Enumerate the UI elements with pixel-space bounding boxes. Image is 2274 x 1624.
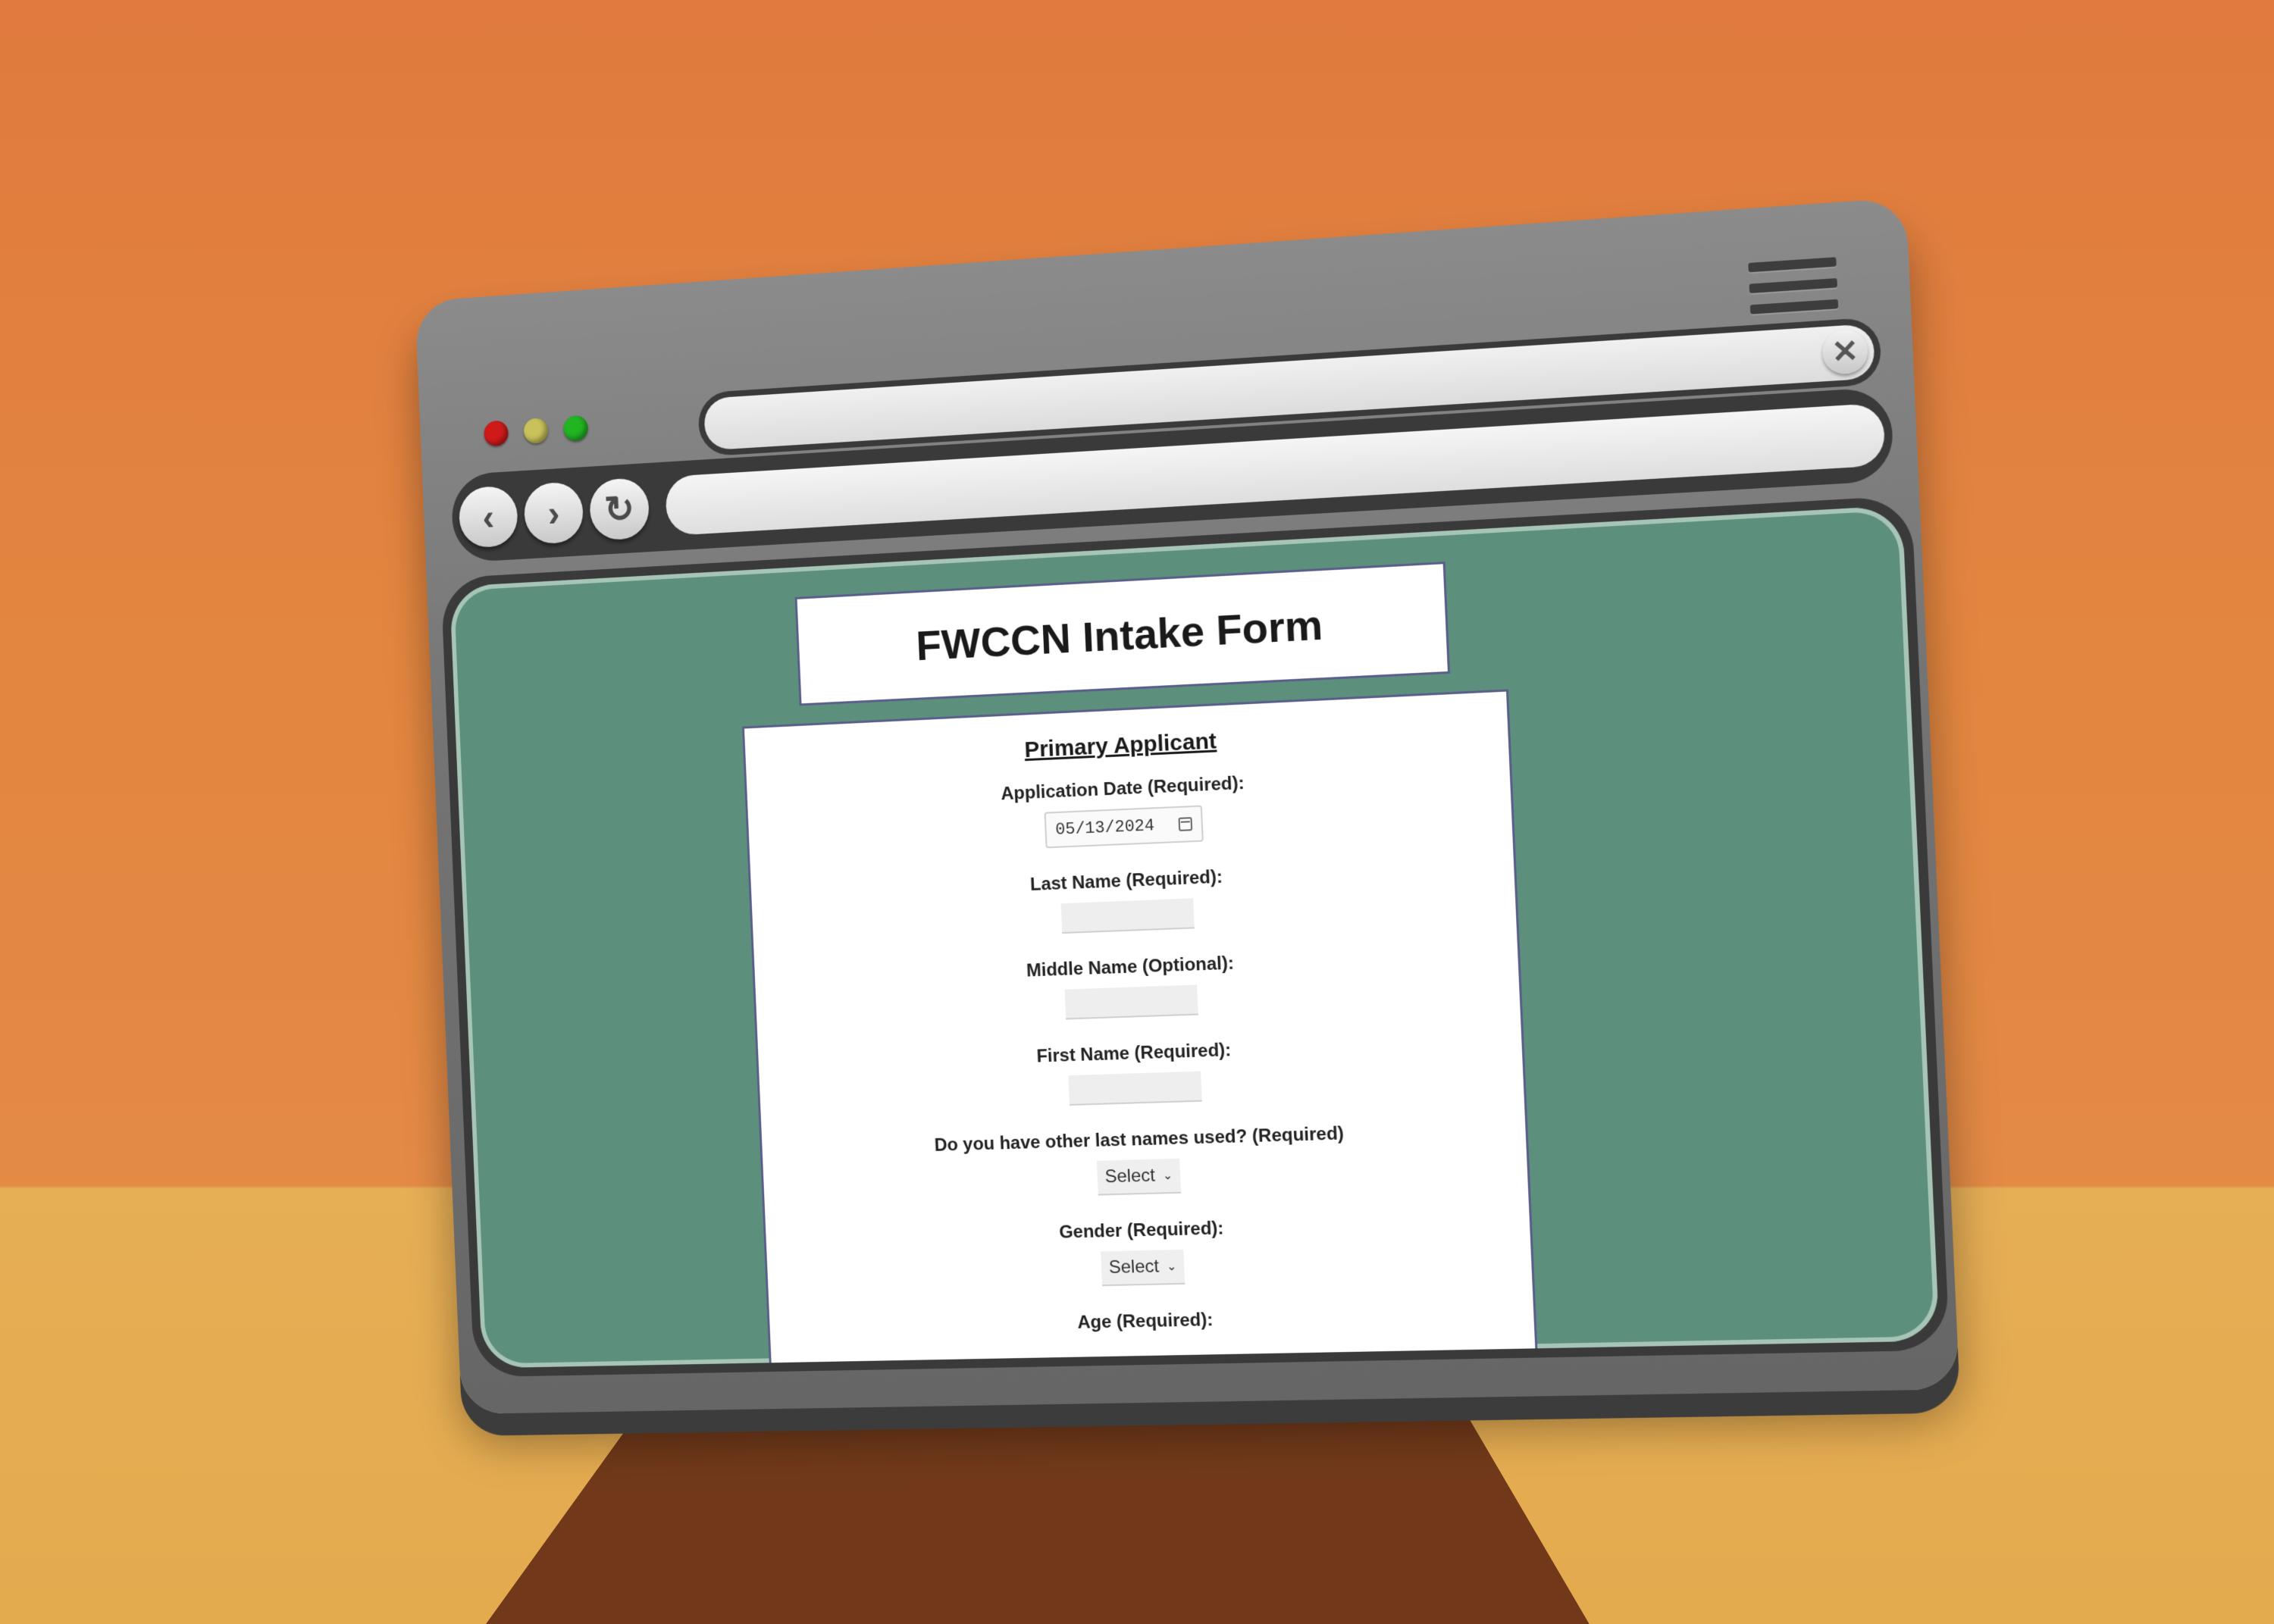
stage: ✕ ‹ › ↻ FWCCN Intake Form Primary Applic… <box>0 0 2274 1624</box>
viewport-frame: FWCCN Intake Form Primary Applicant Appl… <box>440 495 1950 1378</box>
last-name-input[interactable] <box>1060 898 1195 934</box>
menu-line <box>1748 257 1837 273</box>
middle-name-field: Middle Name (Optional): <box>1026 953 1236 1022</box>
tab-close-icon[interactable]: ✕ <box>1821 328 1869 376</box>
other-last-names-label: Do you have other last names used? (Requ… <box>934 1123 1345 1156</box>
menu-line <box>1749 299 1839 314</box>
page-viewport: FWCCN Intake Form Primary Applicant Appl… <box>449 505 1940 1369</box>
age-label: Age (Required): <box>1076 1310 1214 1333</box>
other-last-names-selected: Select <box>1104 1165 1156 1187</box>
section-title: Primary Applicant <box>1023 728 1217 763</box>
age-field: Age (Required): <box>1077 1310 1214 1334</box>
maximize-window-dot-icon[interactable] <box>562 415 589 442</box>
first-name-field: First Name (Required): <box>1036 1040 1233 1106</box>
middle-name-input[interactable] <box>1064 984 1198 1020</box>
application-date-input[interactable]: 05/13/2024 <box>1044 805 1204 849</box>
forward-button-icon[interactable]: › <box>523 480 584 546</box>
intake-form: Primary Applicant Application Date (Requ… <box>741 689 1539 1369</box>
browser-window: ✕ ‹ › ↻ FWCCN Intake Form Primary Applic… <box>415 197 1960 1414</box>
gender-selected: Select <box>1108 1256 1160 1278</box>
last-name-label: Last Name (Required): <box>1029 866 1223 895</box>
gender-label: Gender (Required): <box>1058 1218 1224 1243</box>
middle-name-label: Middle Name (Optional): <box>1026 953 1235 981</box>
chevron-down-icon: ⌄ <box>1166 1260 1177 1274</box>
chevron-down-icon: ⌄ <box>1162 1169 1173 1183</box>
calendar-icon[interactable] <box>1178 817 1193 831</box>
hamburger-menu-icon[interactable] <box>1748 257 1839 314</box>
page-title-box: FWCCN Intake Form <box>794 562 1451 706</box>
application-date-field: Application Date (Required): 05/13/2024 <box>1001 773 1247 850</box>
first-name-input[interactable] <box>1068 1071 1202 1106</box>
gender-select[interactable]: Select ⌄ <box>1100 1249 1186 1287</box>
last-name-field: Last Name (Required): <box>1029 867 1224 935</box>
first-name-label: First Name (Required): <box>1035 1040 1232 1067</box>
minimize-window-dot-icon[interactable] <box>523 418 549 445</box>
window-controls <box>483 415 589 447</box>
menu-line <box>1749 278 1838 294</box>
gender-field: Gender (Required): Select ⌄ <box>1059 1218 1226 1287</box>
application-date-label: Application Date (Required): <box>1000 772 1245 805</box>
application-date-value: 05/13/2024 <box>1054 815 1155 840</box>
back-button-icon[interactable]: ‹ <box>458 485 519 549</box>
other-last-names-field: Do you have other last names used? (Requ… <box>934 1123 1346 1200</box>
scene-background: ✕ ‹ › ↻ FWCCN Intake Form Primary Applic… <box>0 0 2274 1624</box>
page-title: FWCCN Intake Form <box>915 599 1324 669</box>
other-last-names-select[interactable]: Select ⌄ <box>1096 1158 1182 1196</box>
close-window-dot-icon[interactable] <box>483 420 509 447</box>
reload-button-icon[interactable]: ↻ <box>588 477 650 542</box>
